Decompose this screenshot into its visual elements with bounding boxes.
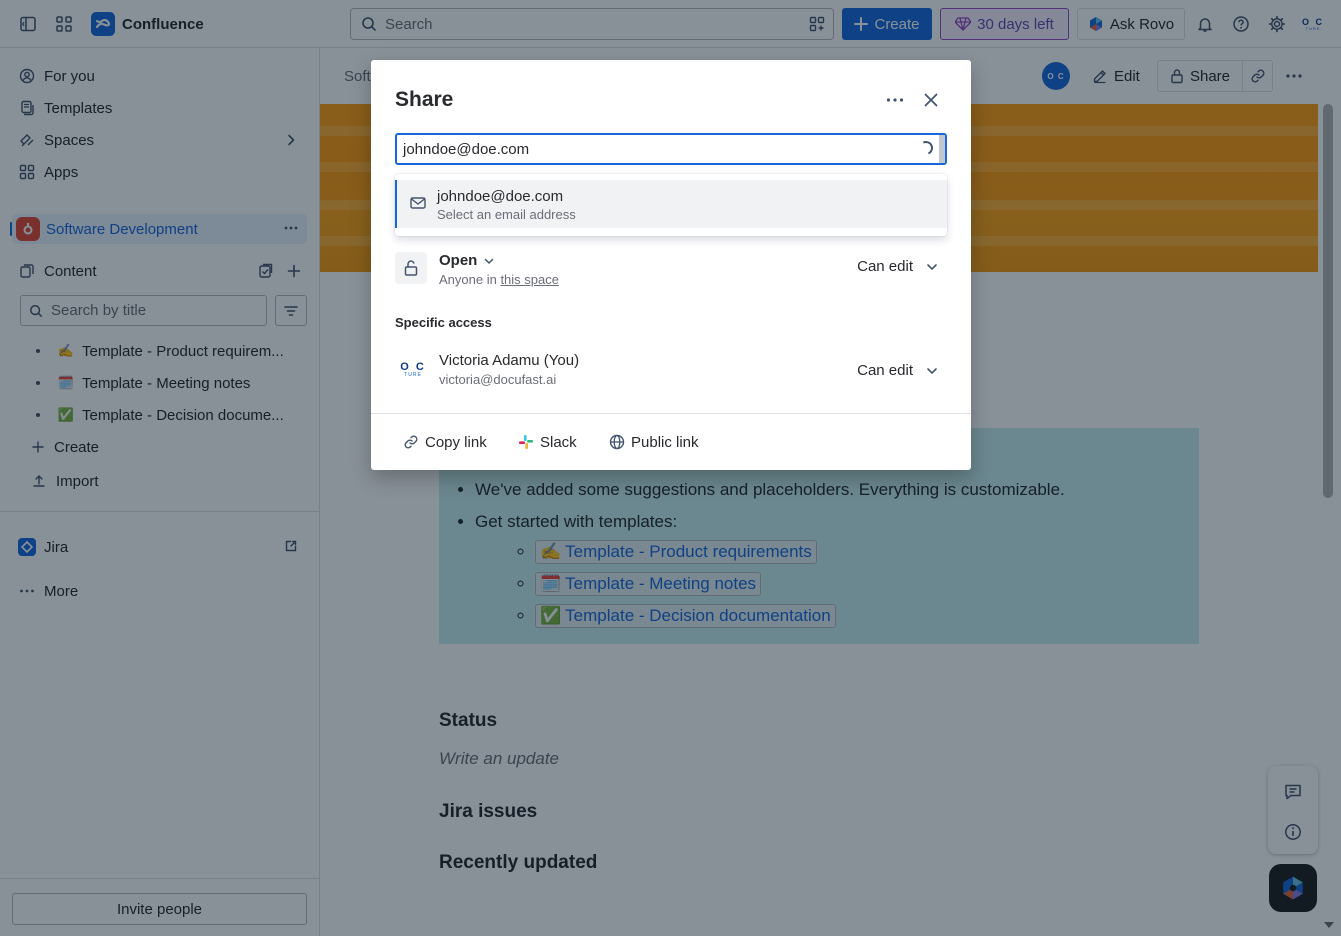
suggestion-email: johndoe@doe.com bbox=[437, 188, 564, 205]
public-link-label: Public link bbox=[631, 433, 699, 451]
modal-divider bbox=[371, 413, 971, 414]
general-access-description: Anyone in this space bbox=[439, 272, 559, 287]
user-permission-dropdown[interactable]: Can edit bbox=[857, 362, 939, 379]
slack-icon bbox=[518, 434, 534, 450]
email-suggestion-option[interactable]: johndoe@doe.com Select an email address bbox=[395, 180, 947, 228]
email-envelope-icon bbox=[409, 194, 427, 212]
globe-icon bbox=[609, 434, 625, 450]
copy-link-button[interactable]: Copy link bbox=[403, 430, 487, 454]
user-avatar: O C TURE bbox=[395, 358, 431, 382]
general-permission-dropdown[interactable]: Can edit bbox=[857, 258, 939, 275]
more-options-icon[interactable] bbox=[885, 90, 905, 110]
user-name: Victoria Adamu (You) bbox=[439, 352, 580, 369]
share-email-input[interactable]: johndoe@doe.com bbox=[395, 133, 947, 165]
chevron-down-icon bbox=[483, 255, 495, 267]
share-dialog: Share johndoe@doe.com johndoe@doe.com Se… bbox=[371, 60, 971, 470]
user-email: victoria@docufast.ai bbox=[439, 372, 557, 387]
share-email-value: johndoe@doe.com bbox=[403, 140, 530, 158]
chevron-down-icon bbox=[925, 260, 939, 274]
copy-link-label: Copy link bbox=[425, 433, 487, 451]
share-dialog-title: Share bbox=[395, 88, 454, 111]
loading-spinner-icon bbox=[917, 139, 935, 157]
link-icon bbox=[403, 434, 419, 450]
suggestion-hint: Select an email address bbox=[437, 207, 576, 222]
this-space-link[interactable]: this space bbox=[500, 272, 559, 287]
input-scrollbar bbox=[939, 135, 945, 163]
user-permission-label: Can edit bbox=[857, 362, 913, 379]
public-link-button[interactable]: Public link bbox=[609, 430, 699, 454]
general-permission-label: Can edit bbox=[857, 258, 913, 275]
user-access-row: O C TURE Victoria Adamu (You) victoria@d… bbox=[395, 352, 947, 392]
general-access-prefix: Anyone in bbox=[439, 272, 501, 287]
general-access-row: Open Anyone in this space Can edit bbox=[395, 252, 947, 292]
unlock-icon bbox=[395, 252, 427, 284]
general-access-title: Open bbox=[439, 252, 478, 269]
general-access-dropdown[interactable]: Open bbox=[439, 252, 495, 269]
close-icon[interactable] bbox=[921, 90, 941, 110]
slack-share-button[interactable]: Slack bbox=[518, 430, 577, 454]
specific-access-heading: Specific access bbox=[395, 315, 492, 330]
slack-label: Slack bbox=[540, 433, 577, 451]
chevron-down-icon bbox=[925, 364, 939, 378]
email-suggestion-dropdown: johndoe@doe.com Select an email address bbox=[395, 174, 947, 236]
user-avatar-subtext: TURE bbox=[404, 372, 422, 378]
